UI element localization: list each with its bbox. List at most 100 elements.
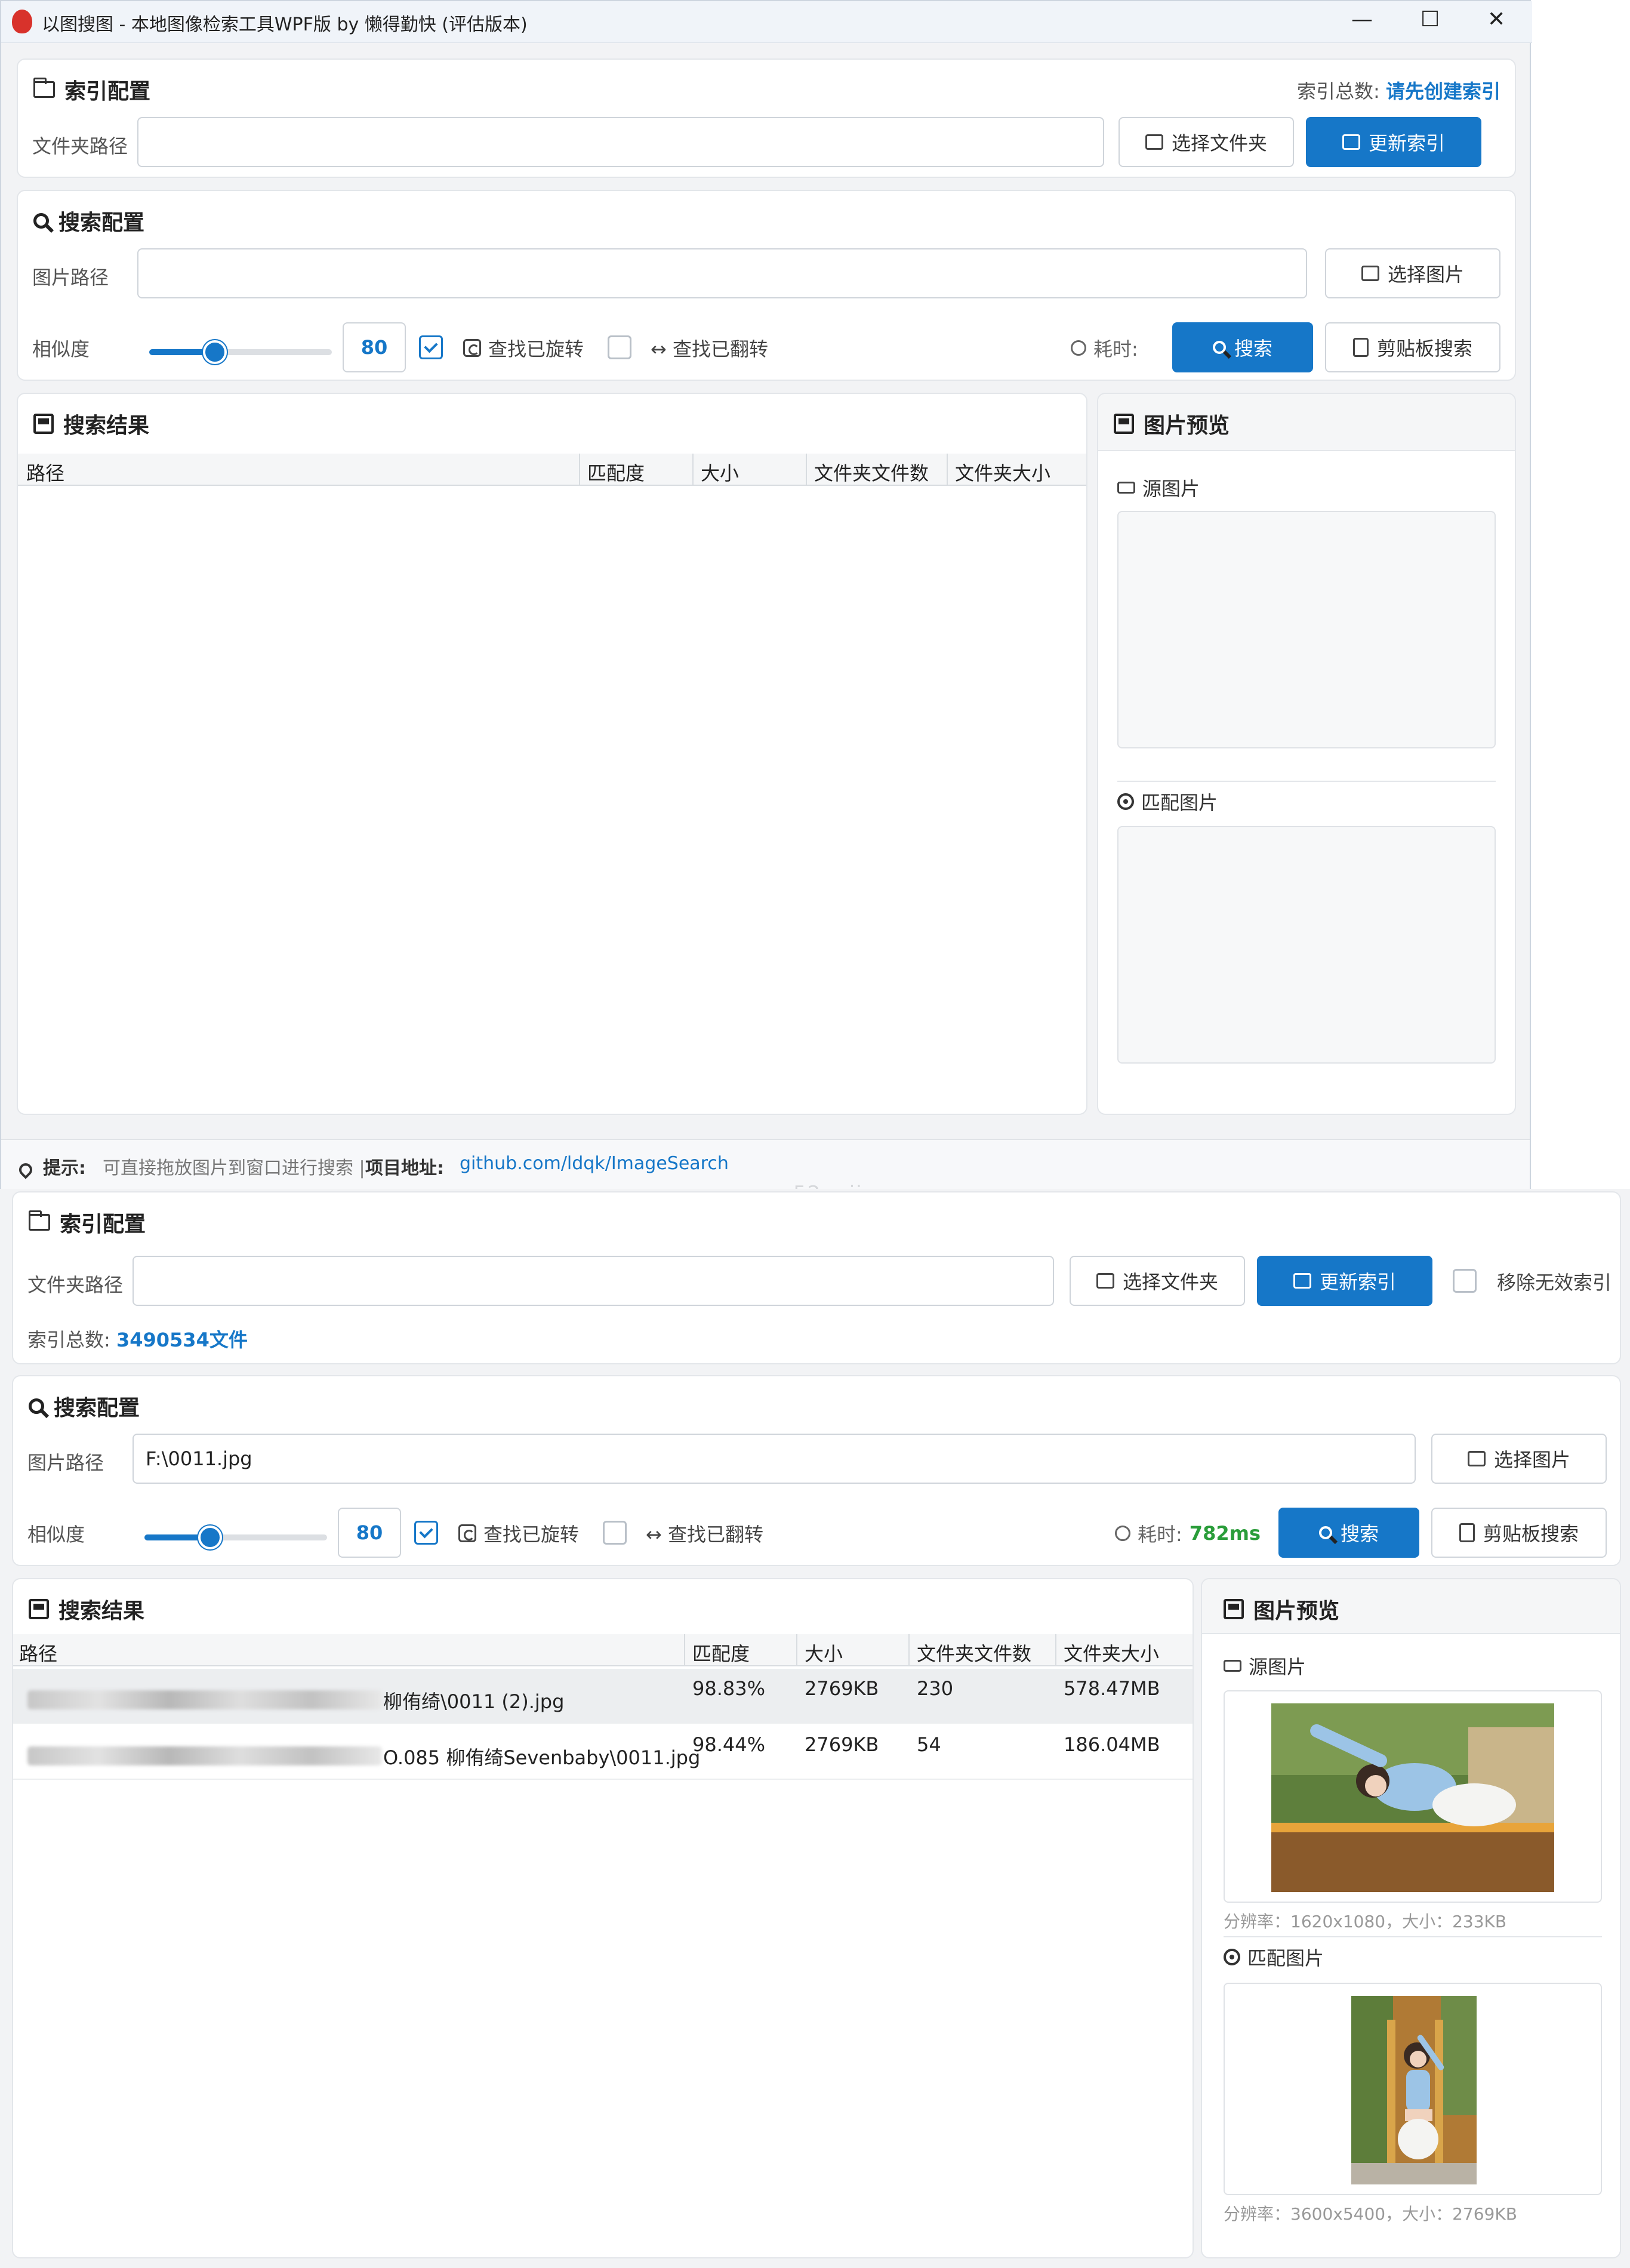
image-path-input[interactable] [137, 248, 1307, 298]
search-button[interactable]: 搜索 [1172, 322, 1313, 372]
find-rotated-label: 查找已旋转 [488, 338, 584, 360]
remove-invalid-label: 移除无效索引 [1497, 1271, 1612, 1294]
search-button-label: 搜索 [1234, 337, 1272, 360]
row-path: 柳侑绮\0011 (2).jpg [383, 1690, 565, 1713]
index-config-title-wrap-2: 索引配置 [29, 1207, 146, 1238]
folder-open-icon [1096, 1273, 1114, 1289]
folder-path-input[interactable] [137, 117, 1104, 167]
similarity-value-2[interactable]: 80 [338, 1508, 401, 1558]
save-icon [29, 1599, 49, 1619]
index-config-title-wrap: 索引配置 [33, 74, 150, 105]
elapsed-label-2: 耗时: [1138, 1523, 1182, 1546]
maximize-button[interactable]: ☐ [1421, 7, 1440, 32]
similarity-value[interactable]: 80 [343, 322, 406, 372]
table-row[interactable]: 柳侑绮\0011 (2).jpg 98.83% 2769KB 230 578.4… [13, 1669, 1193, 1724]
row-match: 98.83% [692, 1677, 766, 1700]
match-image-label-2: 匹配图片 [1247, 1947, 1324, 1970]
col-path[interactable]: 路径 [26, 458, 64, 486]
photo-icon [1224, 1660, 1241, 1672]
app-window-empty: 以图搜图 - 本地图像检索工具WPF版 by 懒得勤快 (评估版本) — ☐ ✕… [0, 0, 1532, 1189]
col-folder-files-2[interactable]: 文件夹文件数 [917, 1639, 1031, 1666]
row-path: O.085 柳侑绮Sevenbaby\0011.jpg [383, 1746, 701, 1769]
find-flipped-checkbox-2[interactable] [603, 1521, 627, 1545]
redacted-path-prefix [27, 1746, 382, 1765]
minimize-button[interactable]: — [1351, 7, 1373, 32]
clipboard-search-button-2[interactable]: 剪贴板搜索 [1431, 1508, 1607, 1558]
select-folder-button-2[interactable]: 选择文件夹 [1070, 1256, 1245, 1306]
stopwatch-icon [1071, 340, 1086, 356]
update-index-label-2: 更新索引 [1319, 1271, 1396, 1293]
image-icon [1361, 266, 1379, 281]
remove-invalid-checkbox[interactable] [1453, 1269, 1477, 1293]
search-icon [33, 213, 49, 229]
update-index-label: 更新索引 [1368, 132, 1445, 155]
app-window-results: 索引配置 文件夹路径 选择文件夹 更新索引 移除无效索引 索引总数: 34905… [0, 1189, 1630, 2268]
search-button-2[interactable]: 搜索 [1278, 1508, 1419, 1558]
preview-title-wrap: 图片预览 [1114, 408, 1230, 439]
row-size: 2769KB [805, 1677, 879, 1700]
update-index-button-2[interactable]: 更新索引 [1257, 1256, 1432, 1306]
col-size[interactable]: 大小 [701, 458, 739, 486]
folder-icon [33, 78, 55, 98]
preview-title: 图片预览 [1144, 414, 1230, 438]
clipboard-search-label: 剪贴板搜索 [1376, 337, 1472, 360]
row-folder-files: 54 [917, 1733, 941, 1756]
select-image-button-2[interactable]: 选择图片 [1431, 1434, 1607, 1484]
col-size-2[interactable]: 大小 [805, 1639, 843, 1666]
select-folder-button[interactable]: 选择文件夹 [1118, 117, 1294, 167]
elapsed-label: 耗时: [1093, 338, 1138, 360]
source-label-wrap-2: 源图片 [1224, 1652, 1306, 1680]
preview-divider [1117, 781, 1496, 782]
match-image-box [1117, 826, 1496, 1064]
project-label: 项目地址: [365, 1158, 444, 1179]
results-title: 搜索结果 [63, 414, 150, 438]
save-icon [33, 414, 54, 434]
similarity-slider-2[interactable] [144, 1526, 327, 1549]
index-count-label-2: 索引总数: [27, 1329, 110, 1351]
col-folder-size-2[interactable]: 文件夹大小 [1064, 1639, 1159, 1666]
results-grid-header: 路径 匹配度 大小 文件夹文件数 文件夹大小 [18, 454, 1086, 486]
find-rotated-checkbox[interactable] [419, 335, 443, 359]
col-folder-files[interactable]: 文件夹文件数 [814, 458, 929, 486]
rotate-icon [458, 1524, 476, 1542]
similarity-slider[interactable] [149, 340, 332, 364]
col-folder-size[interactable]: 文件夹大小 [955, 458, 1050, 486]
results-grid-header-2: 路径 匹配度 大小 文件夹文件数 文件夹大小 [13, 1634, 1193, 1666]
match-image-info: 分辨率：3600x5400，大小：2769KB [1224, 2204, 1517, 2224]
match-image-box-2 [1224, 1983, 1602, 2195]
folder-path-label-2: 文件夹路径 [27, 1274, 124, 1296]
find-rotated-label-wrap: 查找已旋转 [463, 334, 584, 362]
search-button-label-2: 搜索 [1340, 1523, 1379, 1545]
match-image [1351, 1996, 1477, 2184]
col-match-2[interactable]: 匹配度 [692, 1639, 750, 1666]
index-config-title-2: 索引配置 [60, 1212, 146, 1237]
select-image-button[interactable]: 选择图片 [1325, 248, 1500, 298]
pin-icon [16, 1160, 35, 1179]
folder-path-input-2[interactable] [133, 1256, 1054, 1306]
preview-panel-2: 图片预览 源图片 分辨率：1620x1080，大小：233KB 匹配图片 分辨率… [1201, 1578, 1621, 2258]
image-path-input-2[interactable]: F:\0011.jpg [133, 1434, 1416, 1484]
preview-divider-2 [1224, 1936, 1602, 1937]
close-button[interactable]: ✕ [1487, 7, 1505, 32]
redacted-path-prefix [27, 1690, 382, 1709]
index-config-panel: 索引配置 索引总数: 请先创建索引 文件夹路径 选择文件夹 更新索引 [17, 58, 1516, 178]
col-path-2[interactable]: 路径 [19, 1639, 57, 1666]
col-match[interactable]: 匹配度 [587, 458, 645, 486]
results-grid-body[interactable] [18, 487, 1086, 1114]
pin-icon-wrap [16, 1158, 35, 1182]
index-count-2: 索引总数: 3490534文件 [27, 1325, 248, 1352]
clipboard-search-button[interactable]: 剪贴板搜索 [1325, 322, 1500, 372]
select-image-label: 选择图片 [1387, 263, 1464, 286]
project-link[interactable]: github.com/ldqk/ImageSearch [460, 1153, 729, 1174]
source-image-box [1117, 511, 1496, 748]
table-row[interactable]: O.085 柳侑绮Sevenbaby\0011.jpg 98.44% 2769K… [13, 1725, 1193, 1780]
image-path-label-2: 图片路径 [27, 1452, 104, 1474]
results-panel: 搜索结果 路径 匹配度 大小 文件夹文件数 文件夹大小 [17, 393, 1087, 1115]
find-flipped-checkbox[interactable] [608, 335, 631, 359]
similarity-label: 相似度 [32, 338, 90, 360]
find-rotated-checkbox-2[interactable] [414, 1521, 438, 1545]
row-folder-size: 578.47MB [1064, 1677, 1160, 1700]
find-flipped-label-2: ↔ 查找已翻转 [646, 1523, 763, 1546]
clipboard-icon [1352, 338, 1369, 357]
update-index-button[interactable]: 更新索引 [1306, 117, 1481, 167]
